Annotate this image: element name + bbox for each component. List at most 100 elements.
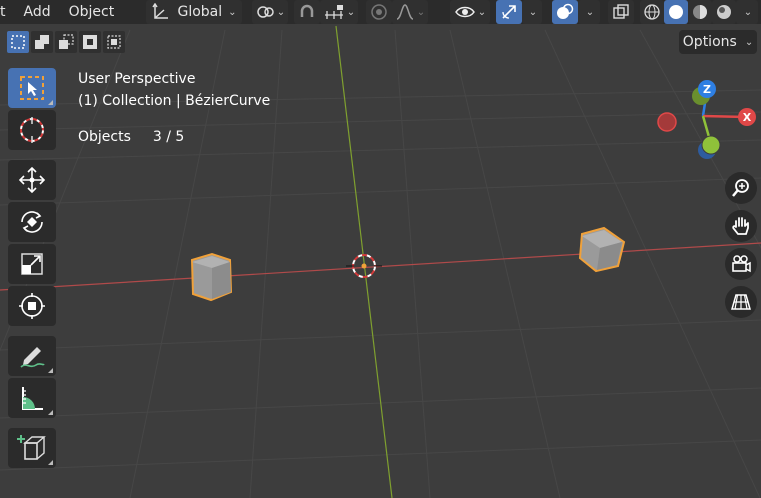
chevron-down-icon: ⌄ [416, 6, 426, 18]
grid-icon [731, 294, 751, 310]
shading-rendered-button[interactable] [712, 0, 736, 24]
select-extend-icon [35, 35, 49, 49]
falloff-curve-icon [396, 4, 414, 20]
chevron-down-icon: ⌄ [585, 6, 595, 18]
snap-increment-icon [324, 5, 343, 19]
select-intersect-icon [107, 35, 121, 49]
tool-move[interactable] [8, 160, 56, 200]
gizmo-icon [502, 5, 516, 19]
tool-transform[interactable] [8, 286, 56, 326]
tool-select-box[interactable] [8, 68, 56, 108]
annotate-icon [20, 347, 45, 368]
hand-icon [732, 217, 749, 235]
chevron-down-icon: ⌄ [528, 6, 538, 18]
measure-icon [22, 387, 43, 410]
move-icon [18, 166, 46, 194]
magnet-icon [300, 4, 314, 17]
tool-variant-indicator [48, 460, 53, 465]
shading-material-button[interactable] [688, 0, 712, 24]
gizmo-dropdown[interactable]: ⌄ [522, 0, 542, 24]
options-dropdown[interactable]: Options ⌄ [679, 30, 757, 54]
chevron-down-icon: ⌄ [477, 6, 487, 18]
proportional-falloff-dropdown[interactable]: ⌄ [392, 0, 428, 24]
xray-toggle[interactable] [608, 0, 634, 24]
gizmo-x-label: X [743, 111, 752, 124]
overlays-toggle[interactable] [552, 0, 578, 24]
chevron-down-icon: ⌄ [743, 6, 753, 18]
menu-object[interactable]: Object [59, 4, 123, 20]
tool-cursor[interactable] [8, 110, 56, 150]
xray-icon [613, 4, 629, 19]
camera-view-button[interactable] [725, 248, 757, 280]
gizmo-toggle[interactable] [496, 0, 522, 24]
tool-annotate[interactable] [8, 336, 56, 376]
camera-icon [732, 255, 751, 273]
overlays-icon [557, 3, 574, 19]
proportional-edit-toggle[interactable] [366, 0, 392, 24]
zoom-icon [732, 179, 749, 197]
pan-button[interactable] [725, 210, 757, 242]
tool-add-cube[interactable] [8, 428, 56, 468]
tool-variant-indicator [48, 100, 53, 105]
solid-sphere-icon [669, 5, 683, 19]
options-label: Options [682, 34, 737, 50]
gizmo-neg-x-handle[interactable] [657, 112, 677, 132]
shading-solid-button[interactable] [664, 0, 688, 24]
y-axis-line [335, 25, 393, 498]
select-new-icon [11, 35, 25, 49]
view-perspective-label: User Perspective [78, 71, 196, 87]
active-collection-label: (1) Collection | BézierCurve [78, 93, 271, 109]
tool-rotate[interactable] [8, 202, 56, 242]
select-box-icon [20, 76, 44, 100]
overlays-dropdown[interactable]: ⌄ [578, 0, 600, 24]
chevron-down-icon: ⌄ [744, 36, 754, 48]
visibility-dropdown[interactable]: ⌄ [450, 0, 490, 24]
rotate-icon [21, 211, 43, 233]
select-new-button[interactable] [7, 31, 29, 53]
tool-measure[interactable] [8, 378, 56, 418]
objects-count: 3 / 5 [152, 129, 185, 145]
select-intersect-button[interactable] [103, 31, 125, 53]
menu-add[interactable]: Add [14, 4, 59, 20]
gizmo-y-handle[interactable] [701, 135, 721, 155]
select-subtract-icon [59, 34, 74, 49]
select-invert-icon [83, 35, 97, 49]
chevron-down-icon: ⌄ [228, 6, 237, 18]
pivot-point-dropdown[interactable]: ⌄ [252, 0, 288, 24]
objects-label: Objects [78, 129, 131, 145]
wireframe-sphere-icon [644, 4, 660, 20]
scale-icon [21, 253, 43, 275]
zoom-button[interactable] [725, 172, 757, 204]
navigation-gizmo[interactable]: Z X [651, 76, 761, 166]
shading-wireframe-button[interactable] [640, 0, 664, 24]
add-cube-icon [17, 435, 46, 460]
gizmo-z-label: Z [703, 83, 711, 96]
snap-target-dropdown[interactable]: ⌄ [320, 0, 358, 24]
viewport-info: User Perspective (1) Collection | Bézier… [78, 68, 270, 148]
rendered-sphere-icon [717, 5, 731, 19]
menu-view[interactable]: t [0, 4, 14, 20]
eye-icon [454, 6, 475, 18]
shading-dropdown[interactable]: ⌄ [736, 0, 758, 24]
cursor-icon [20, 117, 44, 143]
select-extend-button[interactable] [31, 31, 53, 53]
select-invert-button[interactable] [79, 31, 101, 53]
tool-variant-indicator [48, 368, 53, 373]
tool-scale[interactable] [8, 244, 56, 284]
proportional-edit-icon [371, 4, 387, 20]
chevron-down-icon: ⌄ [276, 6, 286, 18]
statistics-row: Objects 3 / 5 [78, 126, 270, 148]
material-sphere-icon [693, 5, 707, 19]
orientation-dropdown[interactable]: Global ⌄ [146, 0, 242, 24]
snap-toggle[interactable] [294, 0, 320, 24]
transform-icon [19, 293, 45, 319]
transform-orientation-icon [152, 3, 169, 19]
select-subtract-button[interactable] [55, 31, 77, 53]
cube-object-right[interactable] [578, 226, 626, 273]
pivot-icon [257, 6, 274, 18]
cube-object-left[interactable] [190, 252, 233, 302]
tool-variant-indicator [48, 410, 53, 415]
tool-shelf [8, 68, 56, 470]
selection-mode-bar [0, 28, 125, 56]
projection-toggle-button[interactable] [725, 286, 757, 318]
